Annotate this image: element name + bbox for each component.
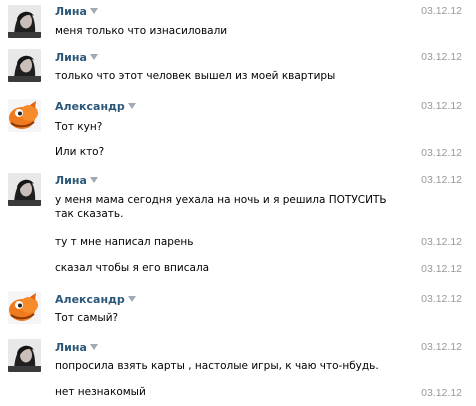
- sender-name-alexandr: Александр: [55, 292, 136, 307]
- sender-name-lina: Лина: [55, 50, 98, 65]
- chevron-down-icon[interactable]: [127, 296, 136, 302]
- sender-link[interactable]: Лина: [55, 341, 87, 354]
- message-date[interactable]: 03.12.12: [406, 262, 462, 276]
- message-date[interactable]: 03.12.12: [406, 292, 462, 306]
- chevron-down-icon[interactable]: [89, 54, 98, 60]
- sender-link[interactable]: Лина: [55, 51, 87, 64]
- message-text: нет незнакомый: [55, 386, 146, 398]
- message-text: Тот самый?: [55, 312, 119, 324]
- message-date[interactable]: 03.12.12: [406, 146, 462, 160]
- sender-name-lina: Лина: [55, 173, 98, 188]
- user-photo-lina-icon: [8, 339, 41, 372]
- avatar-alexandr[interactable]: [8, 291, 41, 324]
- avatar-alexandr[interactable]: [8, 99, 41, 132]
- message-history: Лина меня только что изнасиловали 03.12.…: [0, 0, 476, 406]
- avatar-lina[interactable]: [8, 49, 41, 82]
- chevron-down-icon[interactable]: [89, 177, 98, 183]
- message-date[interactable]: 03.12.12: [406, 235, 462, 249]
- sender-name-alexandr: Александр: [55, 99, 136, 114]
- avatar-lina[interactable]: [8, 173, 41, 206]
- user-photo-orange-character-icon: [8, 99, 41, 132]
- message-date[interactable]: 03.12.12: [406, 386, 462, 400]
- message-text: Или кто?: [55, 146, 105, 158]
- user-photo-orange-character-icon: [8, 291, 41, 324]
- sender-link[interactable]: Александр: [55, 293, 125, 306]
- chevron-down-icon[interactable]: [89, 8, 98, 14]
- message-text: ту т мне написал парень: [55, 236, 194, 248]
- message-date[interactable]: 03.12.12: [406, 173, 462, 187]
- sender-link[interactable]: Александр: [55, 100, 125, 113]
- user-photo-lina-icon: [8, 49, 41, 82]
- message-text: сказал чтобы я его вписала: [55, 262, 210, 274]
- chevron-down-icon[interactable]: [127, 103, 136, 109]
- sender-name-lina: Лина: [55, 4, 98, 19]
- message-text: попросила взять карты , настолые игры, к…: [55, 360, 379, 372]
- message-text: меня только что изнасиловали: [55, 25, 228, 37]
- avatar-lina[interactable]: [8, 339, 41, 372]
- message-date[interactable]: 03.12.12: [406, 50, 462, 64]
- message-date[interactable]: 03.12.12: [406, 340, 462, 354]
- message-date[interactable]: 03.12.12: [406, 4, 462, 18]
- message-text: Тот кун?: [55, 121, 103, 133]
- message-text: у меня мама сегодня уехала на ночь и я р…: [55, 194, 387, 220]
- chevron-down-icon[interactable]: [89, 344, 98, 350]
- message-text: только что этот человек вышел из моей кв…: [55, 70, 336, 82]
- sender-name-lina: Лина: [55, 340, 98, 355]
- sender-link[interactable]: Лина: [55, 174, 87, 187]
- user-photo-lina-icon: [8, 173, 41, 206]
- user-photo-lina-icon: [8, 5, 41, 38]
- message-date[interactable]: 03.12.12: [406, 99, 462, 113]
- sender-link[interactable]: Лина: [55, 5, 87, 18]
- avatar-lina[interactable]: [8, 5, 41, 38]
